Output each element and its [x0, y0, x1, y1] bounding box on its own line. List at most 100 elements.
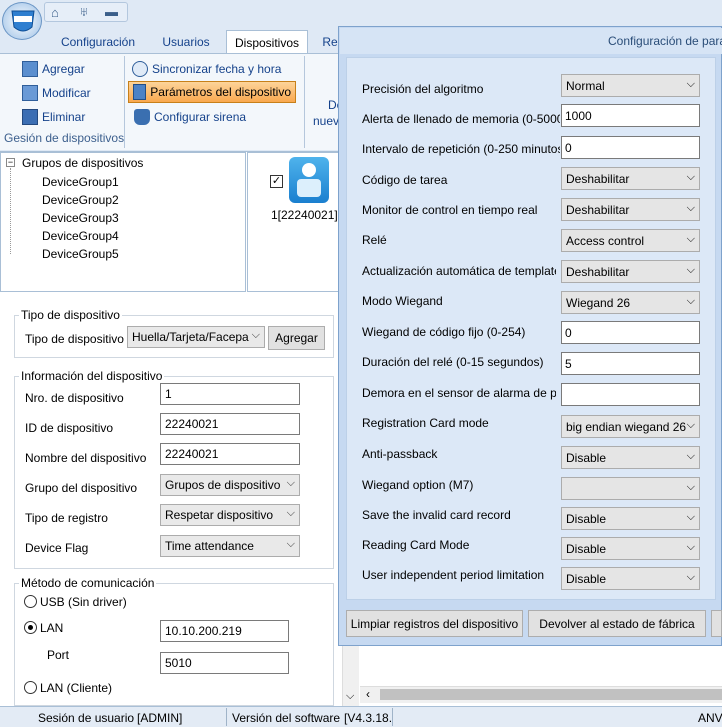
chevron-down-icon: ⌵: [686, 202, 695, 214]
sync-time-button[interactable]: Sincronizar fecha y hora: [130, 58, 300, 80]
memory-alert-input[interactable]: 1000: [561, 104, 700, 127]
device-id-input[interactable]: 22240021: [160, 413, 300, 435]
device-type-select[interactable]: Huella/Tarjeta/Facepa ⌵: [127, 326, 265, 348]
device-name-label: Nombre del dispositivo: [25, 451, 147, 465]
anti-passback-value: Disable: [566, 451, 607, 465]
save-invalid-card-select[interactable]: Disable ⌵: [561, 507, 700, 530]
registration-type-select[interactable]: Respetar dispositivo ⌵: [160, 504, 300, 526]
extra-dialog-button[interactable]: [711, 610, 722, 637]
auto-update-templates-select[interactable]: Deshabilitar ⌵: [561, 260, 700, 283]
anti-passback-select[interactable]: Disable ⌵: [561, 446, 700, 469]
user-period-limitation-select[interactable]: Disable ⌵: [561, 567, 700, 590]
device-flag-value: Time attendance: [165, 539, 254, 553]
ip-address-input[interactable]: 10.10.200.219: [160, 620, 289, 642]
device-type-legend: Tipo de dispositivo: [21, 308, 120, 322]
add-label: Agregar: [42, 62, 85, 76]
registration-card-mode-select[interactable]: big endian wiegand 26 ⌵: [561, 415, 700, 438]
scroll-left-icon[interactable]: ‹: [366, 687, 370, 701]
device-type-label: Tipo de dispositivo: [25, 332, 124, 346]
registration-card-mode-value: big endian wiegand 26: [566, 420, 687, 434]
sync-time-label: Sincronizar fecha y hora: [152, 62, 282, 76]
device-group-select[interactable]: Grupos de dispositivo ⌵: [160, 474, 300, 496]
delete-label: Eliminar: [42, 110, 86, 124]
port-input[interactable]: 5010: [160, 652, 289, 674]
device-number-label: Nro. de dispositivo: [25, 391, 124, 405]
lan-label: LAN: [40, 621, 64, 635]
menu-icon[interactable]: ▬: [105, 4, 118, 19]
device-params-label: Parámetros del dispositivo: [150, 85, 291, 99]
chevron-down-icon: ⌵: [286, 477, 295, 489]
device-icon[interactable]: [289, 157, 329, 203]
reading-card-mode-select[interactable]: Disable ⌵: [561, 537, 700, 560]
tab-dispositivos[interactable]: Dispositivos: [226, 30, 308, 53]
factory-reset-button[interactable]: Devolver al estado de fábrica: [528, 610, 706, 637]
wiegand-option-select[interactable]: ⌵: [561, 477, 700, 500]
chevron-down-icon: ⌵: [686, 450, 695, 462]
device-flag-select[interactable]: Time attendance ⌵: [160, 535, 300, 557]
wiegand-mode-select[interactable]: Wiegand 26 ⌵: [561, 291, 700, 314]
relay-value: Access control: [566, 234, 645, 248]
app-logo[interactable]: [2, 2, 42, 40]
device-number-input[interactable]: 1: [160, 383, 300, 405]
home-icon[interactable]: ⌂: [51, 5, 59, 20]
chevron-down-icon: ⌵: [686, 571, 695, 583]
row-label-relay-duration: Duración del relé (0-15 segundos): [362, 355, 544, 369]
tree-item-group2[interactable]: DeviceGroup2: [42, 193, 119, 207]
tree-expander-icon[interactable]: −: [6, 158, 15, 167]
lan-client-radio[interactable]: [24, 681, 37, 694]
task-code-select[interactable]: Deshabilitar ⌵: [561, 167, 700, 190]
chevron-down-icon: ⌵: [686, 295, 695, 307]
tree-item-group4[interactable]: DeviceGroup4: [42, 229, 119, 243]
realtime-monitor-select[interactable]: Deshabilitar ⌵: [561, 198, 700, 221]
fixed-wiegand-code-input[interactable]: 0: [561, 321, 700, 344]
tree-item-group3[interactable]: DeviceGroup3: [42, 211, 119, 225]
scroll-thumb[interactable]: [380, 689, 722, 700]
device-type-value: Huella/Tarjeta/Facepa: [132, 330, 249, 344]
tab-configuracion[interactable]: Configuración: [50, 30, 146, 53]
relay-duration-input[interactable]: 5: [561, 352, 700, 375]
grid-icon[interactable]: ♅: [79, 4, 89, 19]
user-period-limitation-value: Disable: [566, 572, 607, 586]
task-code-value: Deshabilitar: [566, 172, 630, 186]
delete-device-button[interactable]: Eliminar: [20, 106, 120, 128]
relay-select[interactable]: Access control ⌵: [561, 229, 700, 252]
tree-item-group1[interactable]: DeviceGroup1: [42, 175, 119, 189]
device-params-button[interactable]: Parámetros del dispositivo: [128, 81, 296, 103]
device-group-label: Grupo del dispositivo: [25, 481, 138, 495]
row-label-task-code: Código de tarea: [362, 173, 448, 187]
tab-usuarios[interactable]: Usuarios: [150, 30, 222, 53]
add-device-button[interactable]: Agregar: [20, 58, 120, 80]
clear-records-button[interactable]: Limpiar registros del dispositivo: [346, 610, 523, 637]
door-sensor-delay-input[interactable]: [561, 383, 700, 406]
config-siren-button[interactable]: Configurar sirena: [132, 106, 292, 128]
edit-device-button[interactable]: Modificar: [20, 82, 120, 104]
add-device-type-button[interactable]: Agregar: [268, 326, 325, 350]
bell-icon: [134, 109, 150, 125]
version-value: [V4.3.18.0: [344, 711, 392, 725]
version-label: Versión del software: [232, 711, 341, 725]
usb-radio[interactable]: [24, 595, 37, 608]
device-name-input[interactable]: 22240021: [160, 443, 300, 465]
algorithm-precision-value: Normal: [566, 79, 605, 93]
tree-line: [10, 168, 11, 254]
row-label-registration-card-mode: Registration Card mode: [362, 416, 489, 430]
status-divider-2: [392, 708, 393, 726]
device-group-tree: [0, 152, 246, 292]
scroll-down-icon[interactable]: ⌵: [346, 690, 354, 703]
lan-client-label: LAN (Cliente): [40, 681, 113, 695]
row-label-wiegand-option: Wiegand option (M7): [362, 478, 474, 492]
device-id-label: ID de dispositivo: [25, 421, 114, 435]
tree-root[interactable]: Grupos de dispositivos: [22, 156, 143, 170]
group-caption: Gesión de dispositivos: [4, 131, 125, 145]
row-label-save-invalid-card: Save the invalid card record: [362, 508, 511, 522]
row-label-relay: Relé: [362, 233, 387, 247]
repeat-interval-input[interactable]: 0: [561, 136, 700, 159]
status-divider: [226, 708, 227, 726]
clock-icon: [132, 61, 148, 77]
tree-item-group5[interactable]: DeviceGroup5: [42, 247, 119, 261]
lan-radio[interactable]: [24, 621, 37, 634]
auto-update-templates-value: Deshabilitar: [566, 265, 630, 279]
device-checkbox[interactable]: ✓: [270, 175, 283, 188]
algorithm-precision-select[interactable]: Normal ⌵: [561, 74, 700, 97]
chevron-down-icon: ⌵: [686, 233, 695, 245]
